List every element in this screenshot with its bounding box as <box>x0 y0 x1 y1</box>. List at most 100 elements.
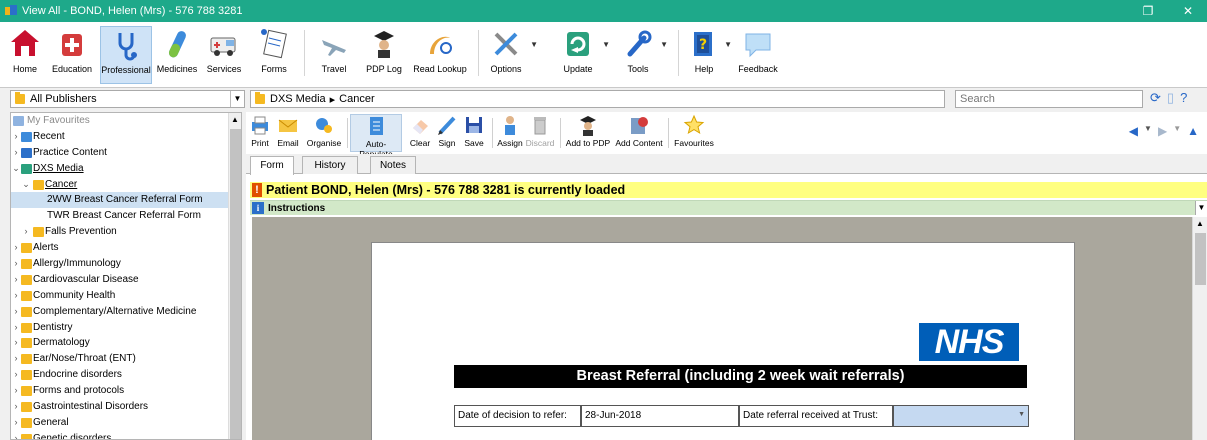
tree-item[interactable]: › Falls Prevention <box>11 224 241 240</box>
tree-item[interactable]: ⌄ DXS Media <box>11 161 241 177</box>
tab-history[interactable]: History <box>302 156 358 174</box>
tree-item[interactable]: ⌄ Cancer <box>11 177 241 193</box>
tree-item[interactable]: › Community Health <box>11 288 241 304</box>
tree-item[interactable]: › Cardiovascular Disease <box>11 272 241 288</box>
ribbon-options-button[interactable]: Options ▼ <box>484 26 538 74</box>
scroll-up-icon[interactable]: ▲ <box>1193 217 1207 231</box>
tree-item-label: Cardiovascular Disease <box>33 273 139 285</box>
tree-item[interactable]: › Gastrointestinal Disorders <box>11 399 241 415</box>
chevron-down-icon[interactable]: ▼ <box>1173 124 1181 138</box>
ribbon-professional-button[interactable]: Professional <box>100 26 152 84</box>
tree-item[interactable]: › Allergy/Immunology <box>11 256 241 272</box>
scroll-up-icon[interactable]: ▲ <box>229 113 241 127</box>
save-button[interactable]: Save <box>460 114 488 148</box>
tree-item[interactable]: › Forms and protocols <box>11 383 241 399</box>
home-icon <box>9 26 41 62</box>
expand-icon[interactable]: › <box>11 272 21 288</box>
expand-icon[interactable]: › <box>11 351 21 367</box>
scroll-thumb[interactable] <box>1195 233 1206 285</box>
ribbon-services-button[interactable]: Services <box>200 26 248 74</box>
tab-form[interactable]: Form <box>250 156 294 175</box>
ribbon-feedback-button[interactable]: Feedback <box>736 26 780 74</box>
collapse-icon[interactable]: ⌄ <box>11 161 21 177</box>
clear-button[interactable]: Clear <box>406 114 434 148</box>
tree-item[interactable]: › Alerts <box>11 240 241 256</box>
back-arrow-icon[interactable]: ◀ <box>1129 124 1138 138</box>
expand-icon[interactable]: › <box>11 129 21 145</box>
print-button[interactable]: Print <box>248 114 272 148</box>
ribbon-update-button[interactable]: Update ▼ <box>556 26 610 74</box>
tree-item[interactable]: › Practice Content <box>11 145 241 161</box>
tree-item[interactable]: › General <box>11 415 241 431</box>
tree-item[interactable]: › Complementary/Alternative Medicine <box>11 304 241 320</box>
tree-scrollbar[interactable]: ▲ <box>228 113 241 439</box>
expand-icon[interactable]: › <box>11 415 21 431</box>
breadcrumb-leaf[interactable]: Cancer <box>339 93 374 105</box>
tree-item[interactable]: 2WW Breast Cancer Referral Form <box>11 192 241 209</box>
tab-notes[interactable]: Notes <box>370 156 416 174</box>
chevron-down-icon[interactable]: ▼ <box>1144 124 1152 138</box>
expand-icon[interactable]: › <box>11 240 21 256</box>
assign-button[interactable]: Assign <box>496 114 524 148</box>
forward-arrow-icon[interactable]: ▶ <box>1158 124 1167 138</box>
expand-icon[interactable]: › <box>11 399 21 415</box>
breadcrumb-root[interactable]: DXS Media <box>270 93 326 105</box>
favourites-button[interactable]: Favourites <box>672 114 716 148</box>
up-arrow-icon[interactable]: ▲ <box>1187 124 1199 138</box>
instructions-bar[interactable]: i Instructions ▼ <box>250 200 1207 215</box>
tree-item[interactable]: › Genetic disorders <box>11 431 241 439</box>
tree-item-label: Allergy/Immunology <box>33 258 121 270</box>
collapse-icon[interactable]: ⌄ <box>21 177 31 193</box>
document-icon[interactable]: ▯ <box>1167 90 1174 106</box>
add-to-pdp-button[interactable]: Add to PDP <box>564 114 612 148</box>
ribbon-home-button[interactable]: Home <box>8 26 42 74</box>
ribbon-travel-button[interactable]: Travel <box>314 26 354 74</box>
expand-icon[interactable]: › <box>11 320 21 336</box>
tree-item[interactable]: › Endocrine disorders <box>11 367 241 383</box>
tree-item[interactable]: › Dermatology <box>11 335 241 351</box>
ribbon-forms-button[interactable]: Forms <box>254 26 294 74</box>
expand-icon[interactable]: › <box>11 145 21 161</box>
decision-date-value[interactable]: 28-Jun-2018 <box>581 405 739 427</box>
refresh-icon[interactable]: ⟳ <box>1150 90 1161 106</box>
search-input[interactable]: Search <box>955 90 1143 108</box>
received-date-field[interactable]: ▼ <box>893 405 1029 427</box>
chevron-down-icon[interactable]: ▼ <box>1018 405 1025 425</box>
ribbon-medicines-button[interactable]: Medicines <box>154 26 200 74</box>
organise-button[interactable]: Organise <box>304 114 344 148</box>
ribbon-education-button[interactable]: Education <box>46 26 98 74</box>
restore-button[interactable]: ❐ <box>1132 0 1164 22</box>
ribbon-pdp-log-button[interactable]: PDP Log <box>362 26 406 74</box>
add-content-button[interactable]: Add Content <box>614 114 664 148</box>
ribbon-help-button[interactable]: ? Help ▼ <box>686 26 732 74</box>
publisher-select[interactable]: All Publishers ▼ <box>10 90 245 108</box>
professional-icon <box>110 27 142 63</box>
chevron-down-icon[interactable]: ▼ <box>230 91 244 107</box>
sign-button[interactable]: Sign <box>434 114 460 148</box>
expand-icon[interactable]: › <box>11 288 21 304</box>
close-button[interactable]: ✕ <box>1172 0 1204 22</box>
document-scrollbar[interactable]: ▲ <box>1192 217 1207 440</box>
expand-icon[interactable]: › <box>11 367 21 383</box>
folder-icon <box>21 338 32 349</box>
tree-item[interactable]: My Favourites <box>11 113 241 129</box>
chevron-down-icon[interactable]: ▼ <box>1195 201 1207 215</box>
tree-item[interactable]: › Dentistry <box>11 320 241 336</box>
help-question-icon[interactable]: ? <box>1180 90 1187 106</box>
tree-item-label: Forms and protocols <box>33 385 125 397</box>
scroll-thumb[interactable] <box>230 129 241 439</box>
tree-item[interactable]: › Recent <box>11 129 241 145</box>
expand-icon[interactable]: › <box>11 304 21 320</box>
auto-populate-button[interactable]: Auto-Populate <box>350 114 402 159</box>
expand-icon[interactable]: › <box>11 335 21 351</box>
expand-icon[interactable]: › <box>11 431 21 439</box>
ribbon-read-lookup-button[interactable]: Read Lookup <box>410 26 470 74</box>
ribbon-tools-button[interactable]: Tools ▼ <box>618 26 668 74</box>
expand-icon[interactable]: › <box>21 224 31 240</box>
discard-button[interactable]: Discard <box>524 114 556 148</box>
tree-item[interactable]: TWR Breast Cancer Referral Form <box>11 208 241 224</box>
tree-item[interactable]: › Ear/Nose/Throat (ENT) <box>11 351 241 367</box>
email-button[interactable]: Email <box>274 114 302 148</box>
expand-icon[interactable]: › <box>11 256 21 272</box>
expand-icon[interactable]: › <box>11 383 21 399</box>
